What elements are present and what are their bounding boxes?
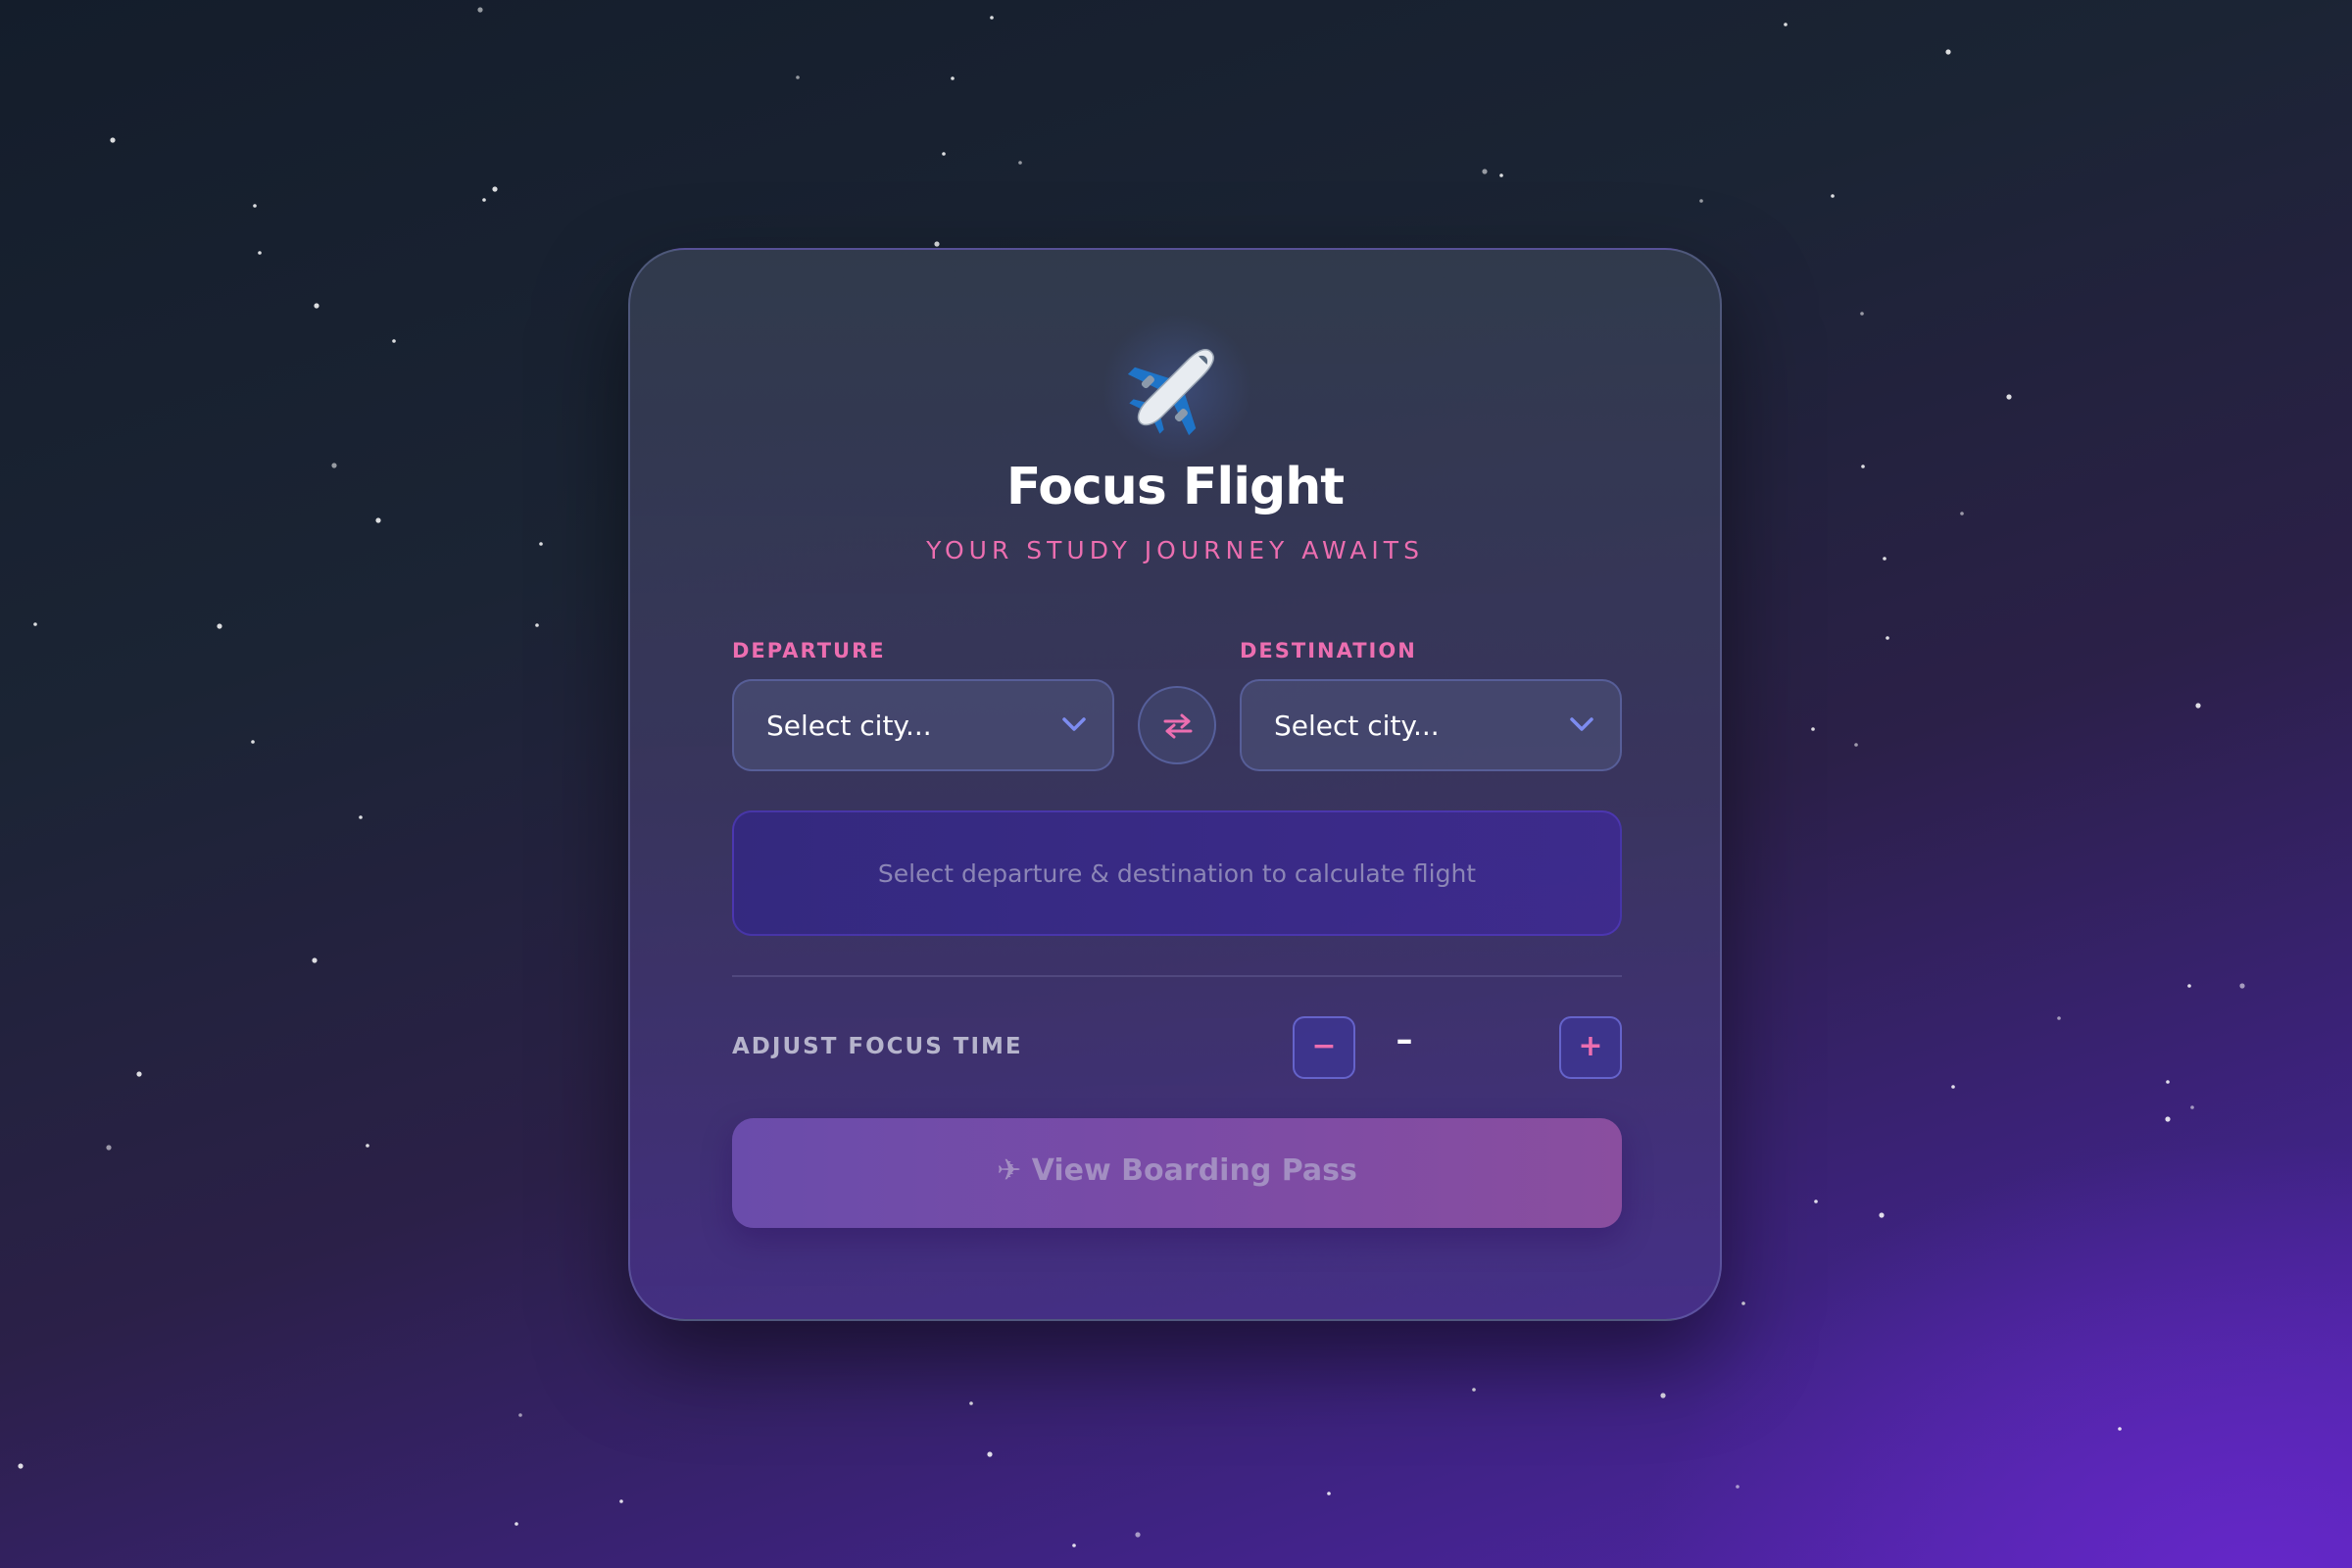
flight-info-message: Select departure & destination to calcul… [877,859,1477,888]
divider [732,975,1622,977]
app-title: Focus Flight [1005,458,1345,516]
star [1854,743,1858,747]
star [359,815,363,819]
star [1072,1544,1076,1547]
star [2239,983,2245,989]
decrease-focus-button[interactable]: − [1293,1016,1355,1079]
star [18,1463,24,1469]
increase-focus-button[interactable]: + [1559,1016,1622,1079]
star [331,463,337,468]
star [1883,557,1886,561]
swap-arrows-icon [1163,713,1193,739]
flight-info-panel: Select departure & destination to calcul… [732,810,1622,936]
app-subtitle: YOUR STUDY JOURNEY AWAITS [926,536,1424,564]
star [518,1413,522,1417]
star [987,1451,993,1457]
star [1482,169,1488,174]
star [796,75,800,79]
star [366,1144,369,1148]
star [217,623,222,629]
view-boarding-pass-label: ✈ View Boarding Pass [997,1153,1357,1188]
star [2165,1116,2171,1122]
star [1886,636,1889,640]
departure-select-value: Select city... [766,710,932,742]
star [258,251,262,255]
star [1814,1200,1818,1203]
star [1960,512,1964,515]
star [477,7,483,13]
star [951,76,955,80]
departure-label: DEPARTURE [732,639,886,662]
flight-card: Focus Flight YOUR STUDY JOURNEY AWAITS D… [628,248,1722,1321]
star [990,16,994,20]
focus-time-label: ADJUST FOCUS TIME [732,1034,1023,1059]
star [136,1071,142,1077]
star [1135,1532,1141,1538]
focus-time-value: – [1396,1020,1413,1059]
star [2166,1080,2170,1084]
star [1879,1212,1885,1218]
star [312,957,318,963]
logo [630,315,1720,462]
star [1699,199,1703,203]
star [1951,1085,1955,1089]
star [1811,727,1815,731]
star [1736,1485,1740,1489]
star [492,186,498,192]
star [1018,161,1022,165]
chevron-down-icon [1062,717,1086,731]
star [619,1499,623,1503]
star [375,517,381,523]
departure-select[interactable]: Select city... [732,679,1114,771]
star [1861,465,1865,468]
star [934,241,940,247]
star [106,1145,112,1151]
star [2187,984,2191,988]
star [2006,394,2012,400]
star [969,1401,973,1405]
star [1327,1492,1331,1495]
star [1784,23,1788,26]
star [2057,1016,2061,1020]
destination-label: DESTINATION [1240,639,1417,662]
view-boarding-pass-button[interactable]: ✈ View Boarding Pass [732,1118,1622,1228]
destination-select[interactable]: Select city... [1240,679,1622,771]
star [539,542,543,546]
star [535,623,539,627]
star [1945,49,1951,55]
star [110,137,116,143]
star [2195,703,2201,709]
star [514,1522,518,1526]
star [392,339,396,343]
star [314,303,319,309]
star [942,152,946,156]
star [251,740,255,744]
star [33,622,37,626]
star [1472,1388,1476,1392]
star [1741,1301,1745,1305]
star [1860,312,1864,316]
star [2190,1105,2194,1109]
destination-select-value: Select city... [1274,710,1440,742]
star [1499,173,1503,177]
chevron-down-icon [1570,717,1593,731]
star [253,204,257,208]
star [482,198,486,202]
star [1831,194,1835,198]
airplane-icon [1127,349,1214,436]
swap-button[interactable] [1138,686,1216,764]
star [2118,1427,2122,1431]
star [1660,1393,1666,1398]
